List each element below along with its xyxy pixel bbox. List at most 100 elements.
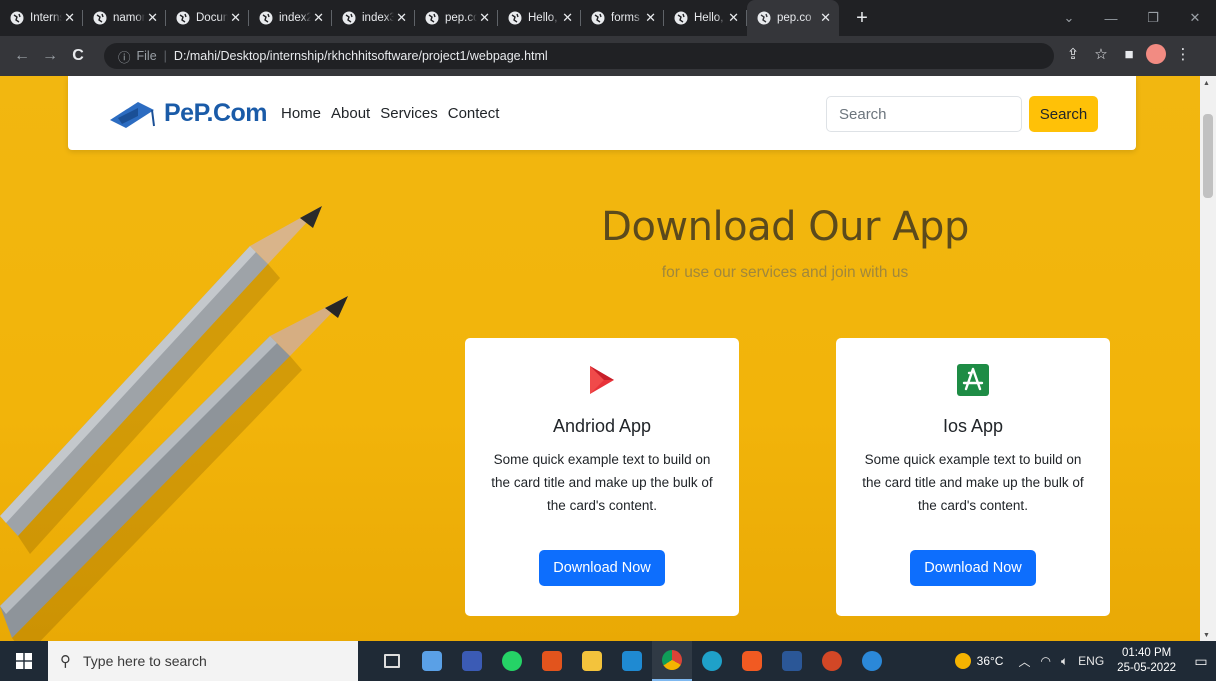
reload-icon[interactable]: C <box>64 47 92 65</box>
browser-tab[interactable]: namon ✕ <box>83 0 166 36</box>
globe-icon <box>176 11 190 25</box>
card-title: Ios App <box>942 416 1004 436</box>
hero-subtitle: for use our services and join with us <box>661 264 909 281</box>
globe-icon <box>259 11 273 25</box>
globe-icon <box>425 11 439 25</box>
close-tab-icon[interactable]: ✕ <box>645 10 656 26</box>
notification-icon[interactable]: ▭ <box>1186 653 1216 670</box>
nav-link-services[interactable]: Services <box>380 105 438 122</box>
office-icon[interactable] <box>532 641 572 681</box>
graduation-cap-icon <box>110 102 155 128</box>
close-tab-icon[interactable]: ✕ <box>820 10 831 26</box>
tab-title: Hello, <box>694 12 724 24</box>
chrome-icon[interactable] <box>652 641 692 681</box>
forward-arrow-icon[interactable]: → <box>36 47 64 65</box>
taskbar-search-box[interactable]: ⚲ Type here to search <box>48 641 358 681</box>
minimize-icon[interactable]: — <box>1090 11 1132 26</box>
powerpoint-icon[interactable] <box>812 641 852 681</box>
tab-search-icon[interactable]: ⌄ <box>1048 10 1090 26</box>
back-arrow-icon[interactable]: ← <box>8 47 36 65</box>
globe-icon <box>508 11 522 25</box>
wifi-icon[interactable]: ◠ <box>1040 654 1050 668</box>
window-controls: ⌄ — ❐ ✕ <box>1048 0 1216 36</box>
tray-expand-icon[interactable]: ︿ <box>1018 653 1030 670</box>
browser-tab[interactable]: forms ✕ <box>581 0 664 36</box>
search-input[interactable] <box>826 96 1022 132</box>
globe-icon <box>10 11 24 25</box>
whatsapp-icon[interactable] <box>492 641 532 681</box>
weather-widget[interactable]: 36°C <box>954 653 1003 669</box>
scroll-down-icon[interactable]: ▼ <box>1203 632 1210 639</box>
address-separator: | <box>163 49 167 63</box>
menu-kebab-icon[interactable]: ⋮ <box>1172 45 1194 63</box>
close-tab-icon[interactable]: ✕ <box>479 10 490 26</box>
close-tab-icon[interactable]: ✕ <box>313 10 324 26</box>
edge-icon[interactable] <box>692 641 732 681</box>
pencils-illustration <box>0 206 348 641</box>
page-scrollbar[interactable]: ▲ ▼ <box>1200 76 1216 641</box>
android-app-card: Andriod App Some quick example text to b… <box>465 338 739 616</box>
close-tab-icon[interactable]: ✕ <box>562 10 573 26</box>
app-store-icon <box>957 364 989 396</box>
close-tab-icon[interactable]: ✕ <box>147 10 158 26</box>
site-navbar: PeP.Com Home About Services Contect Sear… <box>68 76 1136 150</box>
close-tab-icon[interactable]: ✕ <box>396 10 407 26</box>
vscode-icon[interactable] <box>612 641 652 681</box>
nav-link-contect[interactable]: Contect <box>448 105 500 122</box>
browser-tab[interactable]: Interns ✕ <box>0 0 83 36</box>
profile-avatar[interactable] <box>1146 44 1166 64</box>
browser-tab[interactable]: Hello, ✕ <box>664 0 747 36</box>
scrollbar-thumb[interactable] <box>1203 114 1213 198</box>
search-button[interactable]: Search <box>1029 96 1098 132</box>
browser-tab[interactable]: index2 ✕ <box>249 0 332 36</box>
close-window-icon[interactable]: ✕ <box>1174 10 1216 26</box>
mail-app-icon[interactable] <box>412 641 452 681</box>
info-icon[interactable]: ⓘ <box>118 47 131 66</box>
help-icon[interactable] <box>852 641 892 681</box>
taskbar-clock[interactable]: 01:40 PM 25-05-2022 <box>1117 646 1176 676</box>
clock-time: 01:40 PM <box>1121 647 1172 659</box>
nav-link-home[interactable]: Home <box>281 105 321 122</box>
browser-tab[interactable]: Docun ✕ <box>166 0 249 36</box>
task-view-icon[interactable] <box>372 641 412 681</box>
tab-title: namon <box>113 12 146 24</box>
browser-tab-active[interactable]: pep.co ✕ <box>747 0 839 36</box>
browser-tab-strip: Interns ✕ namon ✕ Docun ✕ index2 ✕ index… <box>0 0 1216 36</box>
taskbar-apps <box>372 641 892 681</box>
file-explorer-icon[interactable] <box>572 641 612 681</box>
side-panel-icon[interactable]: ■ <box>1118 46 1140 63</box>
dev-app-icon[interactable] <box>452 641 492 681</box>
browser-tab[interactable]: Hello, ✕ <box>498 0 581 36</box>
volume-icon[interactable]: 🔈︎ <box>1061 654 1068 669</box>
new-tab-button[interactable]: + <box>849 7 875 30</box>
browser-tab[interactable]: index3 ✕ <box>332 0 415 36</box>
windows-start-button[interactable] <box>0 641 48 681</box>
nav-links: Home About Services Contect <box>281 105 499 122</box>
card-text: Some quick example text to build on the … <box>491 452 713 513</box>
word-icon[interactable] <box>772 641 812 681</box>
brand-name: PeP.Com <box>164 98 268 127</box>
share-icon[interactable]: ⇪ <box>1062 45 1084 63</box>
input-language[interactable]: ENG <box>1078 654 1104 668</box>
scroll-up-icon[interactable]: ▲ <box>1203 80 1210 87</box>
browser-tab[interactable]: pep.co ✕ <box>415 0 498 36</box>
search-icon: ⚲ <box>60 653 71 670</box>
card-text: Some quick example text to build on the … <box>862 452 1084 513</box>
bookmark-star-icon[interactable]: ☆ <box>1090 45 1112 63</box>
tab-title: index2 <box>279 12 312 24</box>
tab-title: Docun <box>196 12 229 24</box>
close-tab-icon[interactable]: ✕ <box>230 10 241 26</box>
download-now-button[interactable]: Download Now <box>910 550 1036 586</box>
close-tab-icon[interactable]: ✕ <box>728 10 739 26</box>
system-tray: 36°C ︿ ◠ 🔈︎ ENG 01:40 PM 25-05-2022 ▭ <box>954 641 1216 681</box>
nav-link-about[interactable]: About <box>331 105 370 122</box>
globe-icon <box>757 11 771 25</box>
tab-title: Interns <box>30 12 63 24</box>
restore-icon[interactable]: ❐ <box>1132 10 1174 26</box>
close-tab-icon[interactable]: ✕ <box>64 10 75 26</box>
browser-actions: ⇪ ☆ ■ ⋮ <box>1062 44 1194 64</box>
address-bar[interactable]: ⓘ File | D:/mahi/Desktop/internship/rkhc… <box>104 43 1054 69</box>
brand-logo[interactable]: PeP.Com <box>108 98 268 128</box>
brave-icon[interactable] <box>732 641 772 681</box>
download-now-button[interactable]: Download Now <box>539 550 665 586</box>
